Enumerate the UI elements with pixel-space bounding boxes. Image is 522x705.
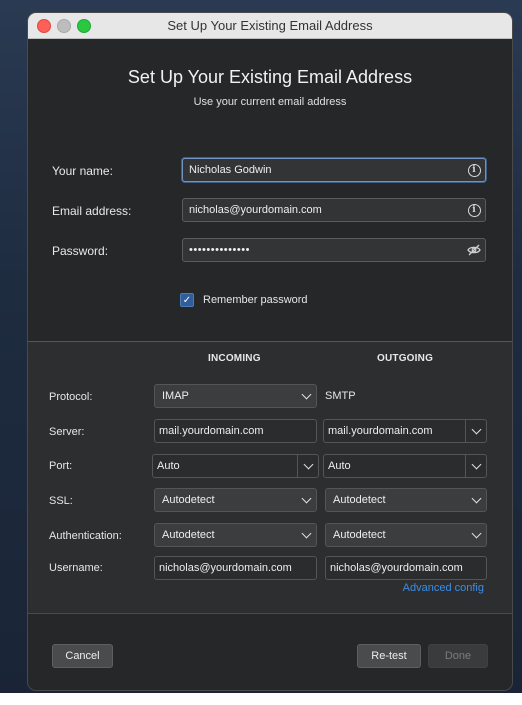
server-settings-section: INCOMING OUTGOING Protocol: IMAP SMTP Se… (28, 342, 512, 614)
incoming-port-dropdown-button[interactable] (297, 455, 318, 477)
chevron-down-icon (471, 459, 481, 470)
checkmark-icon: ✓ (182, 294, 192, 306)
name-info-button[interactable]: i (463, 160, 485, 180)
protocol-label: Protocol: (49, 391, 93, 403)
email-label: Email address: (52, 204, 132, 218)
info-icon: i (467, 163, 481, 177)
ssl-label: SSL: (49, 495, 73, 507)
outgoing-port-dropdown-button[interactable] (465, 455, 486, 477)
remember-password-label: Remember password (203, 294, 308, 306)
chevron-down-icon (471, 528, 481, 539)
advanced-config-link[interactable]: Advanced config (403, 582, 484, 594)
info-icon: i (467, 203, 481, 217)
outgoing-authentication-value: Autodetect (333, 529, 386, 541)
email-info-button[interactable]: i (463, 200, 485, 220)
outgoing-port-combo[interactable]: Auto (323, 454, 487, 478)
page-subtitle: Use your current email address (193, 96, 347, 108)
port-label: Port: (49, 460, 73, 472)
title-bar: Set Up Your Existing Email Address (28, 13, 512, 39)
outgoing-server-dropdown-button[interactable] (465, 420, 486, 442)
remember-password-row[interactable]: ✓ Remember password (180, 293, 308, 307)
name-field[interactable]: i (182, 158, 486, 182)
incoming-username-field[interactable] (154, 556, 317, 580)
username-label: Username: (49, 562, 103, 574)
name-input[interactable] (183, 159, 463, 181)
outgoing-port-value[interactable]: Auto (324, 460, 465, 472)
incoming-port-combo[interactable]: Auto (152, 454, 319, 478)
chevron-down-icon (301, 493, 311, 504)
incoming-protocol-select[interactable]: IMAP (154, 384, 317, 408)
incoming-ssl-select[interactable]: Autodetect (154, 488, 317, 512)
done-button[interactable]: Done (428, 644, 488, 668)
outgoing-header: OUTGOING (377, 353, 434, 364)
chevron-down-icon (471, 493, 481, 504)
window-title: Set Up Your Existing Email Address (167, 18, 373, 33)
incoming-port-value[interactable]: Auto (153, 460, 297, 472)
authentication-label: Authentication: (49, 530, 122, 542)
password-field[interactable] (182, 238, 486, 262)
outgoing-protocol-value: SMTP (325, 390, 356, 402)
outgoing-authentication-select[interactable]: Autodetect (325, 523, 487, 547)
toggle-password-visibility-button[interactable] (463, 240, 485, 260)
remember-password-checkbox[interactable]: ✓ (180, 293, 194, 307)
chevron-down-icon (301, 528, 311, 539)
password-label: Password: (52, 244, 109, 258)
incoming-server-input[interactable] (155, 420, 316, 442)
server-label: Server: (49, 426, 85, 438)
outgoing-server-combo[interactable]: mail.yourdomain.com (323, 419, 487, 443)
password-input[interactable] (183, 239, 463, 261)
chevron-down-icon (301, 389, 311, 400)
incoming-protocol-value: IMAP (162, 390, 189, 402)
outgoing-ssl-select[interactable]: Autodetect (325, 488, 487, 512)
cancel-button[interactable]: Cancel (52, 644, 113, 668)
incoming-header: INCOMING (208, 353, 261, 364)
chevron-down-icon (303, 459, 313, 470)
desktop-bottom-strip (0, 693, 522, 705)
dialog-footer: Cancel Re-test Done (28, 614, 512, 690)
retest-button[interactable]: Re-test (357, 644, 421, 668)
email-field[interactable]: i (182, 198, 486, 222)
incoming-ssl-value: Autodetect (162, 494, 215, 506)
page-title: Set Up Your Existing Email Address (127, 67, 413, 87)
incoming-authentication-select[interactable]: Autodetect (154, 523, 317, 547)
incoming-server-field[interactable] (154, 419, 317, 443)
email-input[interactable] (183, 199, 463, 221)
incoming-authentication-value: Autodetect (162, 529, 215, 541)
outgoing-server-value[interactable]: mail.yourdomain.com (324, 425, 465, 437)
chevron-down-icon (471, 424, 481, 435)
eye-slash-icon (467, 244, 481, 256)
outgoing-ssl-value: Autodetect (333, 494, 386, 506)
outgoing-username-field[interactable] (325, 556, 487, 580)
setup-dialog: Set Up Your Existing Email Address Set U… (28, 13, 512, 690)
outgoing-username-input[interactable] (326, 557, 486, 579)
incoming-username-input[interactable] (155, 557, 316, 579)
name-label: Your name: (52, 164, 113, 178)
account-section: Set Up Your Existing Email Address Use y… (28, 39, 512, 341)
